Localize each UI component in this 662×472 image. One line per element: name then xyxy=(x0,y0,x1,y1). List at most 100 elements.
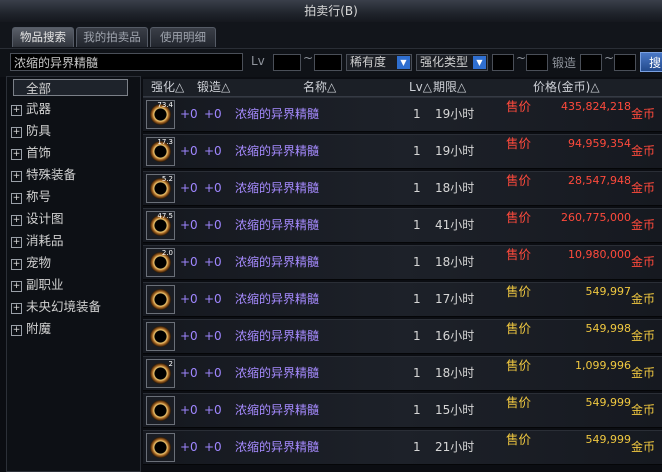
sidebar-item-label: 消耗品 xyxy=(26,233,64,248)
sidebar-item-enchant[interactable]: + 附魔 xyxy=(11,319,133,339)
sidebar-item-consumables[interactable]: + 消耗品 xyxy=(11,231,133,251)
essence-item-icon[interactable]: 47.5 xyxy=(146,211,175,240)
essence-item-icon[interactable] xyxy=(146,396,175,425)
lv-tilde: ~ xyxy=(303,51,314,65)
enhance-value: +0 xyxy=(180,329,198,343)
item-name[interactable]: 浓缩的异界精髓 xyxy=(235,431,319,464)
enhance-value: +0 xyxy=(180,440,198,454)
essence-item-icon[interactable]: 73.4 xyxy=(146,100,175,129)
forge-value: +0 xyxy=(204,107,222,121)
forge-max-input[interactable] xyxy=(614,54,636,71)
essence-item-icon[interactable]: 2 xyxy=(146,359,175,388)
gold-currency-label: 金币 xyxy=(631,181,656,195)
enhance-max-input[interactable] xyxy=(526,54,548,71)
forge-min-input[interactable] xyxy=(580,54,602,71)
expand-icon[interactable]: + xyxy=(11,215,22,226)
sidebar-item-special-equipment[interactable]: + 特殊装备 xyxy=(11,165,133,185)
tab-usage-details[interactable]: 使用明细 xyxy=(150,27,216,47)
gold-currency-label: 金币 xyxy=(631,366,656,380)
expand-icon[interactable]: + xyxy=(11,193,22,204)
item-name[interactable]: 浓缩的异界精髓 xyxy=(235,98,319,131)
gold-currency-label: 金币 xyxy=(631,218,656,232)
item-name[interactable]: 浓缩的异界精髓 xyxy=(235,209,319,242)
item-duration: 41小时 xyxy=(435,218,475,232)
item-name[interactable]: 浓缩的异界精髓 xyxy=(235,135,319,168)
enhance-value: +0 xyxy=(180,292,198,306)
table-row[interactable]: +0 +0 浓缩的异界精髓 1 21小时 售价 549,999 金币 xyxy=(143,430,662,465)
sidebar-item-label: 副职业 xyxy=(26,277,64,292)
item-quantity: 1 xyxy=(413,144,421,158)
sidebar-item-label: 首饰 xyxy=(26,145,52,160)
item-name[interactable]: 浓缩的异界精髓 xyxy=(235,394,319,427)
expand-icon[interactable]: + xyxy=(11,127,22,138)
expand-icon[interactable]: + xyxy=(11,237,22,248)
sidebar-item-titles[interactable]: + 称号 xyxy=(11,187,133,207)
sidebar-item-armor[interactable]: + 防具 xyxy=(11,121,133,141)
item-name[interactable]: 浓缩的异界精髓 xyxy=(235,357,319,390)
item-quantity: 1 xyxy=(413,403,421,417)
item-quantity: 1 xyxy=(413,440,421,454)
lv-max-input[interactable] xyxy=(314,54,342,71)
essence-item-icon[interactable]: 2.0 xyxy=(146,248,175,277)
search-input[interactable]: 浓缩的异界精髓 xyxy=(10,53,243,71)
essence-ring-icon xyxy=(150,289,171,310)
sidebar-item-pets[interactable]: + 宠物 xyxy=(11,253,133,273)
item-name[interactable]: 浓缩的异界精髓 xyxy=(235,246,319,279)
item-name[interactable]: 浓缩的异界精髓 xyxy=(235,283,319,316)
sidebar-item-weiyang-equipment[interactable]: + 未央幻境装备 xyxy=(11,297,133,317)
filter-bar: 浓缩的异界精髓 Lv ~ 稀有度 ▼ 强化类型 ▼ ~ 锻造 ~ 搜 xyxy=(0,48,662,77)
sell-type-label: 售价 xyxy=(506,432,532,447)
essence-ring-icon xyxy=(150,437,171,458)
item-name[interactable]: 浓缩的异界精髓 xyxy=(235,172,319,205)
expand-icon[interactable]: + xyxy=(11,325,22,336)
tab-bar: 物品搜索 我的拍卖品 使用明细 xyxy=(0,22,662,48)
item-quantity: 1 xyxy=(413,181,421,195)
sort-enhance-header[interactable]: 强化△ xyxy=(151,79,184,96)
enhance-type-select-value: 强化类型 xyxy=(420,55,469,69)
expand-icon[interactable]: + xyxy=(11,303,22,314)
icon-badge: 17.3 xyxy=(157,138,173,146)
item-name[interactable]: 浓缩的异界精髓 xyxy=(235,320,319,353)
sidebar-item-accessories[interactable]: + 首饰 xyxy=(11,143,133,163)
expand-icon[interactable]: + xyxy=(11,105,22,116)
sort-duration-header[interactable]: 期限△ xyxy=(433,79,466,96)
essence-item-icon[interactable] xyxy=(146,285,175,314)
essence-item-icon[interactable]: 5.2 xyxy=(146,174,175,203)
gold-currency-label: 金币 xyxy=(631,440,656,454)
forge-value: +0 xyxy=(204,255,222,269)
search-button[interactable]: 搜 xyxy=(640,52,662,72)
expand-icon[interactable]: + xyxy=(11,259,22,270)
tab-item-search[interactable]: 物品搜索 xyxy=(12,27,74,47)
sidebar-item-label: 全部 xyxy=(26,81,52,96)
enhance-value: +0 xyxy=(180,218,198,232)
enhance-value: +0 xyxy=(180,181,198,195)
tab-my-auctions[interactable]: 我的拍卖品 xyxy=(76,27,148,47)
icon-badge: 2 xyxy=(168,360,173,368)
sell-type-label: 售价 xyxy=(506,136,532,151)
sidebar-item-weapons[interactable]: + 武器 xyxy=(11,99,133,119)
sort-lv-header[interactable]: Lv△ xyxy=(409,79,432,96)
enhance-tilde: ~ xyxy=(516,51,527,65)
enhance-type-select[interactable]: 强化类型 ▼ xyxy=(416,54,488,71)
sort-forge-header[interactable]: 锻造△ xyxy=(197,79,230,96)
forge-value: +0 xyxy=(204,144,222,158)
essence-item-icon[interactable] xyxy=(146,322,175,351)
lv-min-input[interactable] xyxy=(273,54,301,71)
enhance-value: +0 xyxy=(180,403,198,417)
expand-icon[interactable]: + xyxy=(11,149,22,160)
item-quantity: 1 xyxy=(413,292,421,306)
sidebar-item-blueprints[interactable]: + 设计图 xyxy=(11,209,133,229)
expand-icon[interactable]: + xyxy=(11,171,22,182)
gold-currency-label: 金币 xyxy=(631,107,656,121)
sort-name-header[interactable]: 名称△ xyxy=(303,79,336,96)
window-title: 拍卖行(B) xyxy=(304,4,358,18)
sell-type-label: 售价 xyxy=(506,284,532,299)
essence-item-icon[interactable]: 17.3 xyxy=(146,137,175,166)
expand-icon[interactable]: + xyxy=(11,281,22,292)
essence-item-icon[interactable] xyxy=(146,433,175,462)
sidebar-item-all[interactable]: 全部 xyxy=(13,79,128,96)
enhance-value: +0 xyxy=(180,144,198,158)
sidebar-item-subclass[interactable]: + 副职业 xyxy=(11,275,133,295)
enhance-min-input[interactable] xyxy=(492,54,514,71)
rarity-select[interactable]: 稀有度 ▼ xyxy=(346,54,412,71)
